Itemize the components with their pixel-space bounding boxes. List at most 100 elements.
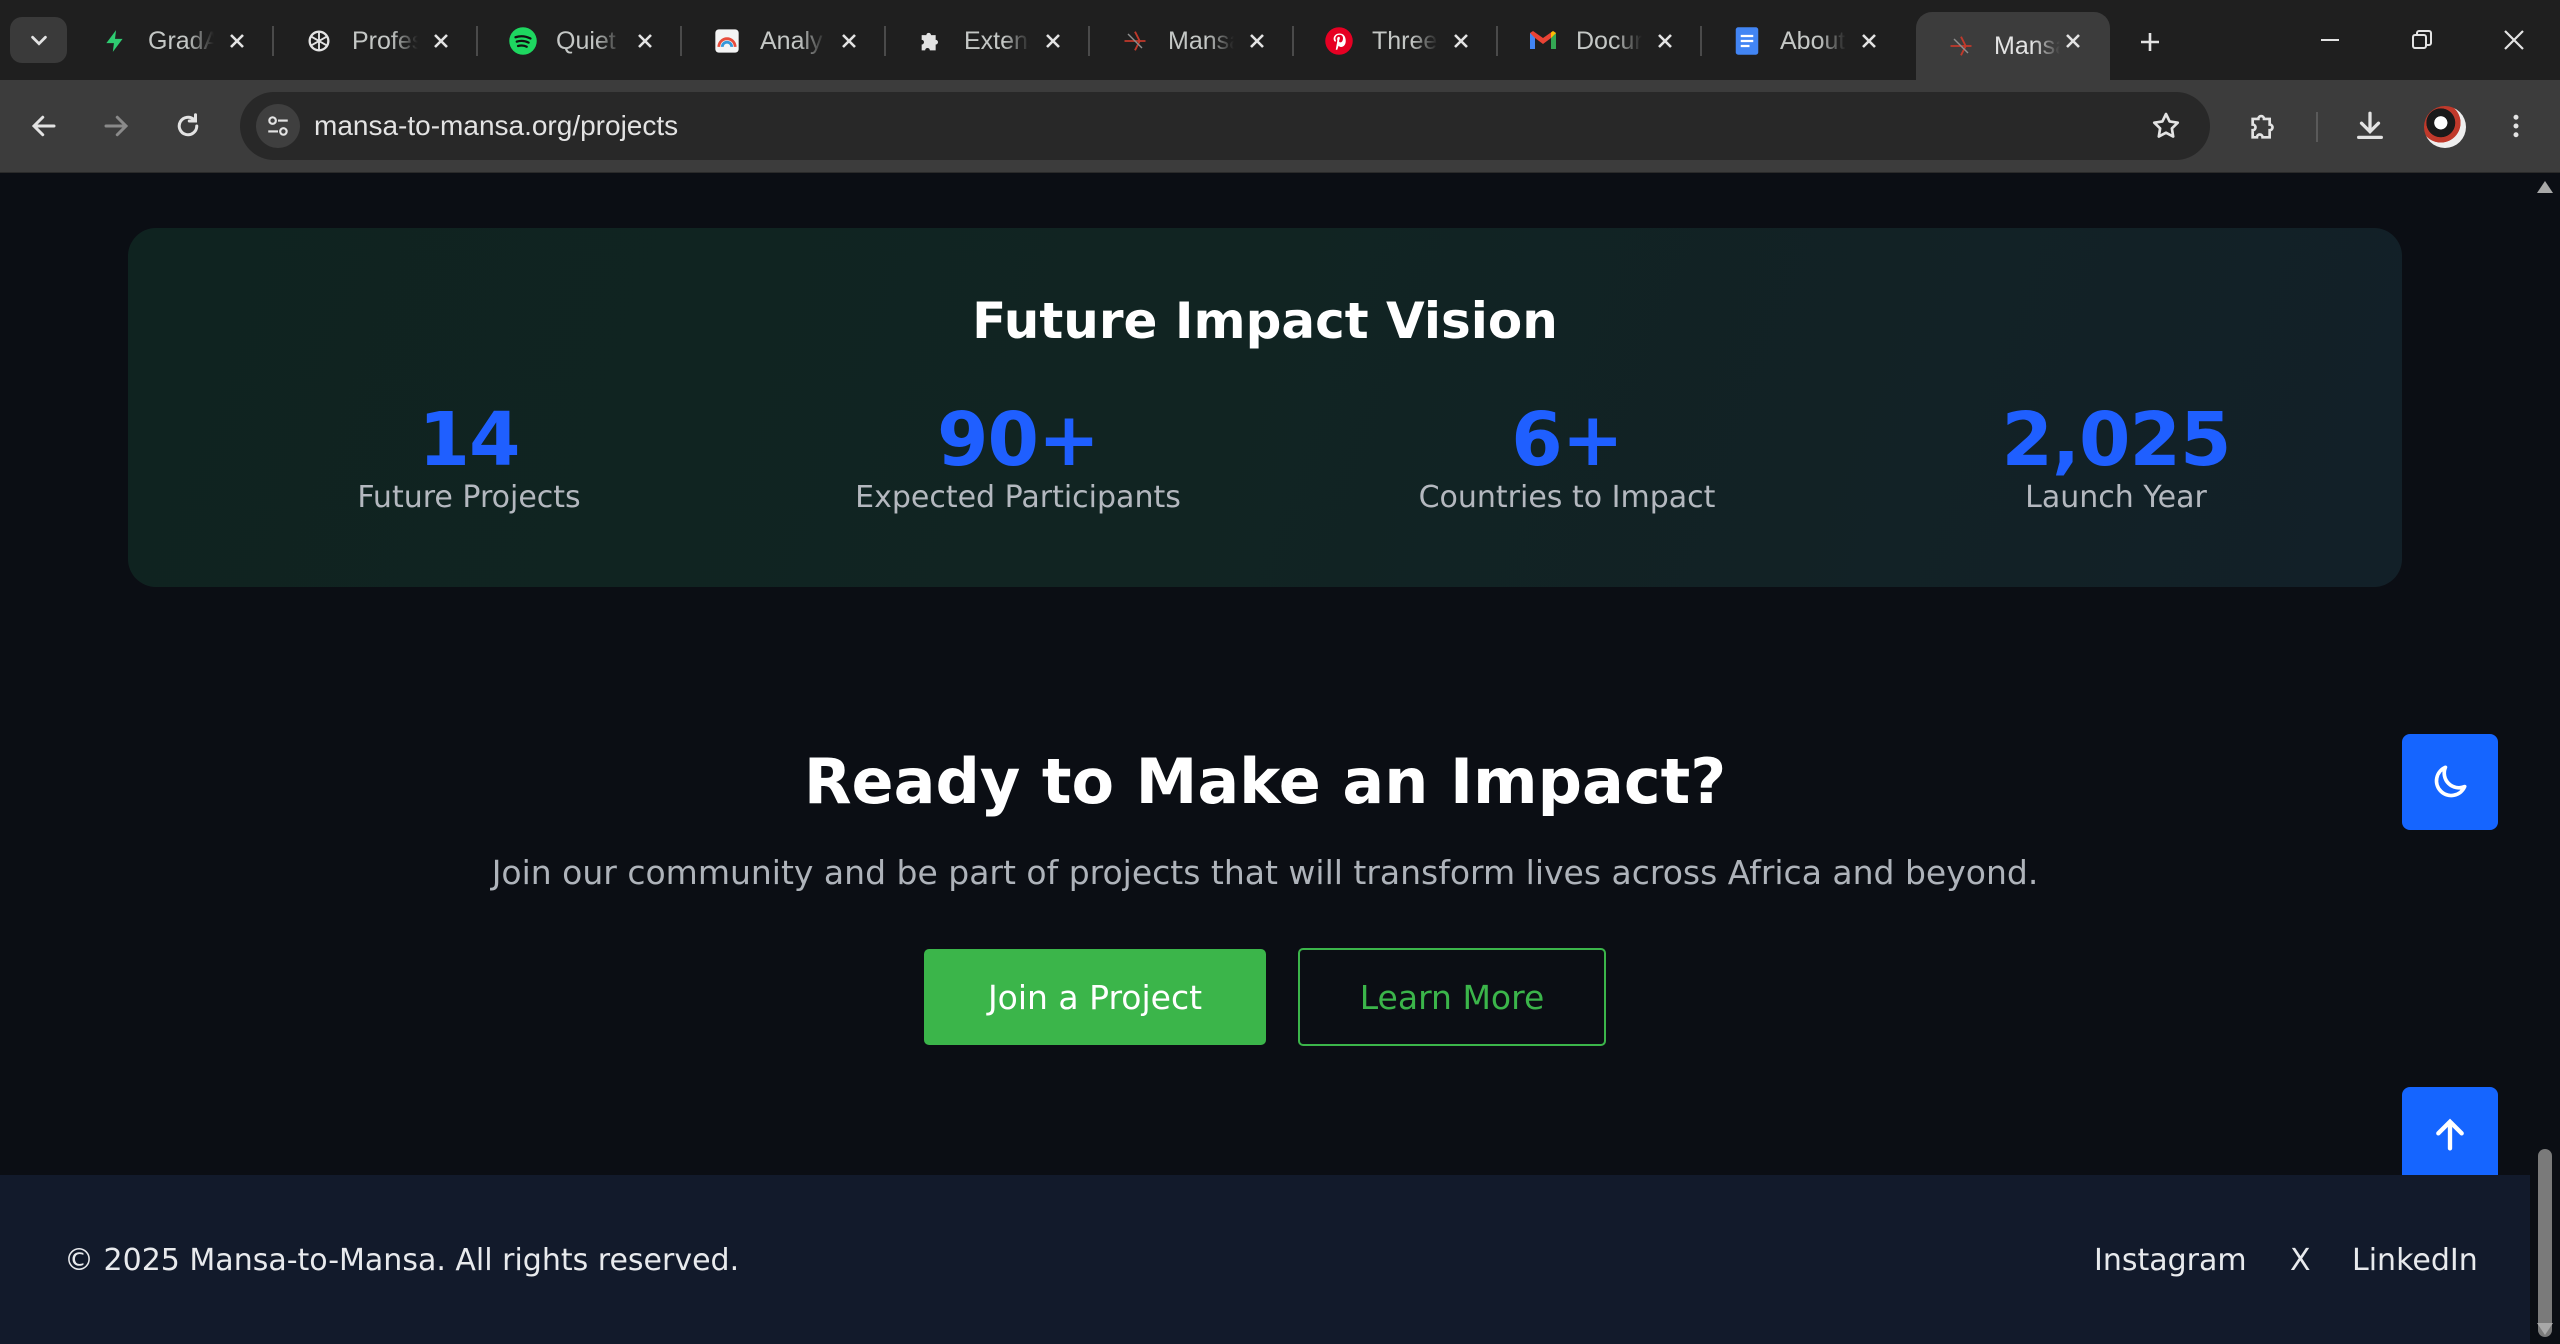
analytics-icon <box>712 26 742 56</box>
site-footer: © 2025 Mansa-to-Mansa. All rights reserv… <box>0 1175 2530 1344</box>
stat-label: Countries to Impact <box>1418 480 1716 515</box>
stat-value: 90+ <box>937 397 1100 483</box>
stat-label: Launch Year <box>2025 480 2207 515</box>
url-text[interactable]: mansa-to-mansa.org/projects <box>314 110 678 142</box>
more-vertical-icon <box>2513 114 2519 138</box>
page-viewport: Future Impact Vision 14 Future Projects … <box>0 173 2530 1344</box>
browser-tab[interactable]: Quiet <box>478 12 682 70</box>
tab-title: Quiet <box>556 26 616 55</box>
bookmark-button[interactable] <box>2148 108 2184 144</box>
future-impact-vision-card: Future Impact Vision 14 Future Projects … <box>128 228 2402 587</box>
gmail-icon <box>1528 26 1558 56</box>
browser-tab[interactable]: About <box>1702 12 1906 70</box>
tab-title: GradA <box>148 26 214 55</box>
new-tab-button[interactable] <box>2130 22 2170 62</box>
theme-toggle-button[interactable] <box>2402 734 2498 830</box>
restore-button[interactable] <box>2402 20 2442 60</box>
close-tab-icon[interactable] <box>834 26 864 56</box>
footer-link-instagram[interactable]: Instagram <box>2094 1243 2247 1278</box>
tab-title: About <box>1780 26 1846 55</box>
browser-tab-strip: GradA Profes Quiet Analy Extens Mansa Th… <box>0 0 2560 80</box>
browser-tab[interactable]: Extens <box>886 12 1090 70</box>
copyright-text: © 2025 Mansa-to-Mansa. All rights reserv… <box>64 1243 740 1278</box>
close-tab-icon[interactable] <box>1854 26 1884 56</box>
browser-tab[interactable]: Profes <box>274 12 478 70</box>
scroll-up-arrow-icon[interactable] <box>2537 181 2553 193</box>
mansa-icon <box>1120 26 1150 56</box>
learn-more-button[interactable]: Learn More <box>1298 948 1606 1046</box>
scroll-to-top-button[interactable] <box>2402 1087 2498 1183</box>
star-icon <box>2152 112 2180 138</box>
scroll-down-arrow-icon[interactable] <box>2537 1323 2553 1335</box>
close-tab-icon[interactable] <box>630 26 660 56</box>
join-project-button[interactable]: Join a Project <box>924 949 1266 1045</box>
restore-icon <box>2412 30 2432 49</box>
docs-icon <box>1732 26 1762 56</box>
pinterest-icon <box>1324 26 1354 56</box>
tab-title: Analy <box>760 26 823 55</box>
stat-launch-year: 2,025 Launch Year <box>1816 400 2416 515</box>
footer-link-x[interactable]: X <box>2290 1243 2311 1278</box>
browser-tab[interactable]: Docur <box>1498 12 1702 70</box>
mansa-icon <box>1946 31 1976 61</box>
browser-menu-button[interactable] <box>2494 104 2538 148</box>
stat-countries-to-impact: 6+ Countries to Impact <box>1267 400 1867 515</box>
page-scrollbar[interactable] <box>2530 173 2560 1344</box>
stat-value: 14 <box>418 397 521 483</box>
close-tab-icon[interactable] <box>2058 26 2088 56</box>
openai-icon <box>304 26 334 56</box>
cta-subtitle: Join our community and be part of projec… <box>491 853 2039 892</box>
spotify-icon <box>508 26 538 56</box>
tab-title: Mansa <box>1994 31 2060 60</box>
downloads-button[interactable] <box>2348 104 2392 148</box>
bolt-icon <box>100 26 130 56</box>
stat-label: Future Projects <box>357 480 581 515</box>
vision-title: Future Impact Vision <box>972 292 1558 350</box>
stat-value: 6+ <box>1511 397 1624 483</box>
browser-tab[interactable]: Mansa <box>1090 12 1294 70</box>
stat-future-projects: 14 Future Projects <box>169 400 769 515</box>
arrow-left-icon <box>31 115 56 137</box>
browser-tab-active[interactable]: Mansa <box>1916 12 2110 80</box>
download-icon <box>2357 111 2383 139</box>
browser-toolbar: mansa-to-mansa.org/projects <box>0 80 2560 173</box>
close-tab-icon[interactable] <box>222 26 252 56</box>
browser-tab[interactable]: Analy <box>682 12 886 70</box>
browser-tab[interactable]: GradA <box>70 12 274 70</box>
tab-title: Profes <box>352 26 418 55</box>
address-bar[interactable]: mansa-to-mansa.org/projects <box>240 92 2210 160</box>
minimize-button[interactable] <box>2310 20 2350 60</box>
close-tab-icon[interactable] <box>426 26 456 56</box>
cta-title: Ready to Make an Impact? <box>803 745 1727 818</box>
browser-tab[interactable]: Three <box>1294 12 1498 70</box>
close-icon <box>2504 30 2524 50</box>
close-tab-icon[interactable] <box>1650 26 1680 56</box>
close-window-button[interactable] <box>2494 20 2534 60</box>
profile-avatar[interactable] <box>2424 106 2466 148</box>
puzzle-icon <box>2251 114 2274 139</box>
close-tab-icon[interactable] <box>1446 26 1476 56</box>
tab-title: Three <box>1372 26 1438 55</box>
close-tab-icon[interactable] <box>1038 26 1068 56</box>
reload-icon <box>177 113 199 137</box>
plus-icon <box>2141 33 2159 51</box>
stat-value: 2,025 <box>2001 397 2231 483</box>
back-button[interactable] <box>22 104 66 148</box>
moon-icon <box>2434 765 2467 798</box>
stat-expected-participants: 90+ Expected Participants <box>718 400 1318 515</box>
forward-button[interactable] <box>94 104 138 148</box>
tab-title: Docur <box>1576 26 1642 55</box>
site-settings-button[interactable] <box>256 104 300 148</box>
tab-search-button[interactable] <box>10 17 67 63</box>
toolbar-divider <box>2316 112 2318 142</box>
scroll-thumb[interactable] <box>2538 1149 2552 1337</box>
stat-label: Expected Participants <box>855 480 1181 515</box>
chevron-down-icon <box>30 35 47 46</box>
reload-button[interactable] <box>166 104 210 148</box>
close-tab-icon[interactable] <box>1242 26 1272 56</box>
minimize-icon <box>2321 39 2339 41</box>
arrow-right-icon <box>104 115 129 137</box>
extensions-button[interactable] <box>2242 104 2286 148</box>
footer-link-linkedin[interactable]: LinkedIn <box>2352 1243 2478 1278</box>
tab-title: Extens <box>964 26 1030 55</box>
